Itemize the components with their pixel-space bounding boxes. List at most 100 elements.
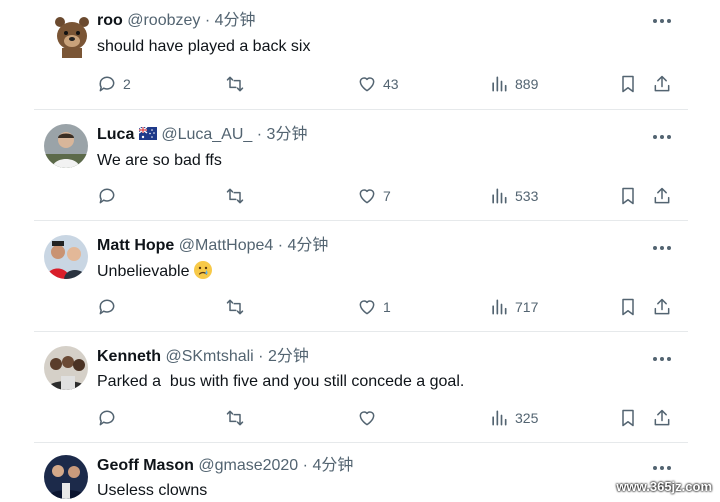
reply-icon — [99, 299, 115, 315]
share-button[interactable] — [652, 184, 672, 208]
like-button[interactable]: 1 — [357, 295, 391, 319]
views-button[interactable]: 325 — [489, 406, 538, 430]
heart-icon — [359, 189, 375, 204]
share-icon — [654, 187, 670, 204]
tweet-text: Unbelievable — [97, 260, 213, 283]
author-handle[interactable]: @gmase2020 — [198, 457, 298, 474]
tweet-actions: 7 533 — [94, 184, 680, 208]
author-handle[interactable]: @MattHope4 — [179, 237, 274, 254]
view-count: 533 — [515, 188, 539, 204]
bookmark-icon — [622, 75, 634, 93]
share-button[interactable] — [652, 295, 672, 319]
analytics-icon — [492, 299, 507, 315]
like-count: 1 — [383, 299, 391, 315]
author-name[interactable]: roo — [97, 12, 123, 29]
like-count: 7 — [383, 188, 391, 204]
crying-face-emoji-icon — [193, 261, 212, 279]
retweet-button[interactable] — [225, 184, 245, 208]
more-options-icon[interactable] — [652, 354, 672, 364]
tweet-actions: 1 717 — [94, 295, 680, 319]
more-options-icon[interactable] — [652, 243, 672, 253]
timestamp[interactable]: 4分钟 — [215, 12, 256, 29]
author-name[interactable]: Luca — [97, 126, 134, 143]
separator: · — [204, 12, 211, 29]
reply-button[interactable]: 2 — [97, 72, 131, 96]
tweet-header: Geoff Mason @gmase2020 · 4分钟 — [97, 456, 353, 476]
retweet-button[interactable] — [225, 72, 245, 96]
view-count: 717 — [515, 299, 539, 315]
timestamp[interactable]: 4分钟 — [288, 237, 329, 254]
analytics-icon — [492, 410, 507, 426]
tweet-text: We are so bad ffs — [97, 152, 222, 169]
like-button[interactable]: 7 — [357, 184, 391, 208]
tweet[interactable]: Geoff Mason @gmase2020 · 4分钟 Useless clo… — [34, 443, 688, 500]
separator: · — [277, 237, 284, 254]
heart-icon — [359, 77, 375, 92]
author-handle[interactable]: @SKmtshali — [165, 348, 253, 365]
retweet-icon — [226, 76, 244, 92]
tweet-text-content: Unbelievable — [97, 263, 190, 280]
watermark: www.365jz.com — [616, 479, 712, 494]
reply-count: 2 — [123, 76, 131, 92]
author-name[interactable]: Matt Hope — [97, 237, 174, 254]
more-options-icon[interactable] — [652, 16, 672, 26]
timestamp[interactable]: 4分钟 — [312, 457, 353, 474]
share-icon — [654, 298, 670, 315]
tweet[interactable]: roo @roobzey · 4分钟 should have played a … — [34, 8, 688, 110]
like-button[interactable] — [357, 406, 383, 430]
tweet[interactable]: Kenneth @SKmtshali · 2分钟 Parked a bus wi… — [34, 332, 688, 443]
separator: · — [258, 348, 264, 365]
retweet-icon — [226, 299, 244, 315]
more-options-icon[interactable] — [652, 463, 672, 473]
author-handle[interactable]: @roobzey — [127, 12, 200, 29]
like-count: 43 — [383, 76, 399, 92]
analytics-icon — [492, 76, 507, 92]
retweet-button[interactable] — [225, 295, 245, 319]
reply-icon — [99, 188, 115, 204]
separator: · — [256, 126, 263, 143]
like-button[interactable]: 43 — [357, 72, 399, 96]
tweet-text: should have played a back six — [97, 38, 311, 55]
views-button[interactable]: 533 — [489, 184, 538, 208]
tweet-header: Luca @Luca_AU_ · 3分钟 — [97, 125, 307, 145]
views-button[interactable]: 889 — [489, 72, 538, 96]
retweet-icon — [226, 188, 244, 204]
bookmark-button[interactable] — [618, 406, 638, 430]
author-name[interactable]: Kenneth — [97, 348, 161, 365]
bookmark-icon — [622, 298, 634, 316]
tweet[interactable]: Matt Hope @MattHope4 · 4分钟 Unbelievable … — [34, 221, 688, 332]
tweet-text: Parked a bus with five and you still con… — [97, 373, 465, 390]
views-button[interactable]: 717 — [489, 295, 538, 319]
australia-flag-icon — [139, 127, 158, 140]
bookmark-button[interactable] — [618, 184, 638, 208]
bookmark-icon — [622, 187, 634, 205]
author-handle[interactable]: @Luca_AU_ — [161, 126, 252, 143]
bookmark-icon — [622, 409, 634, 427]
tweet-header: roo @roobzey · 4分钟 — [97, 11, 256, 31]
avatar[interactable] — [50, 14, 94, 58]
tweet-header: Kenneth @SKmtshali · 2分钟 — [97, 347, 309, 367]
reply-button[interactable] — [97, 295, 123, 319]
reply-icon — [99, 410, 115, 426]
avatar[interactable] — [44, 124, 88, 168]
timestamp[interactable]: 3分钟 — [267, 126, 308, 143]
reply-button[interactable] — [97, 184, 123, 208]
more-options-icon[interactable] — [652, 132, 672, 142]
share-button[interactable] — [652, 72, 672, 96]
avatar[interactable] — [44, 235, 88, 279]
retweet-button[interactable] — [225, 406, 245, 430]
tweet-header: Matt Hope @MattHope4 · 4分钟 — [97, 236, 328, 256]
separator: · — [302, 457, 308, 474]
share-button[interactable] — [652, 406, 672, 430]
timestamp[interactable]: 2分钟 — [268, 348, 309, 365]
analytics-icon — [492, 188, 507, 204]
bookmark-button[interactable] — [618, 72, 638, 96]
tweet[interactable]: Luca @Luca_AU_ · 3分钟 We are so bad ffs 7 … — [34, 110, 688, 221]
avatar[interactable] — [44, 346, 88, 390]
share-icon — [654, 75, 670, 92]
bookmark-button[interactable] — [618, 295, 638, 319]
reply-icon — [99, 76, 115, 92]
avatar[interactable] — [44, 455, 88, 499]
author-name[interactable]: Geoff Mason — [97, 457, 194, 474]
reply-button[interactable] — [97, 406, 123, 430]
